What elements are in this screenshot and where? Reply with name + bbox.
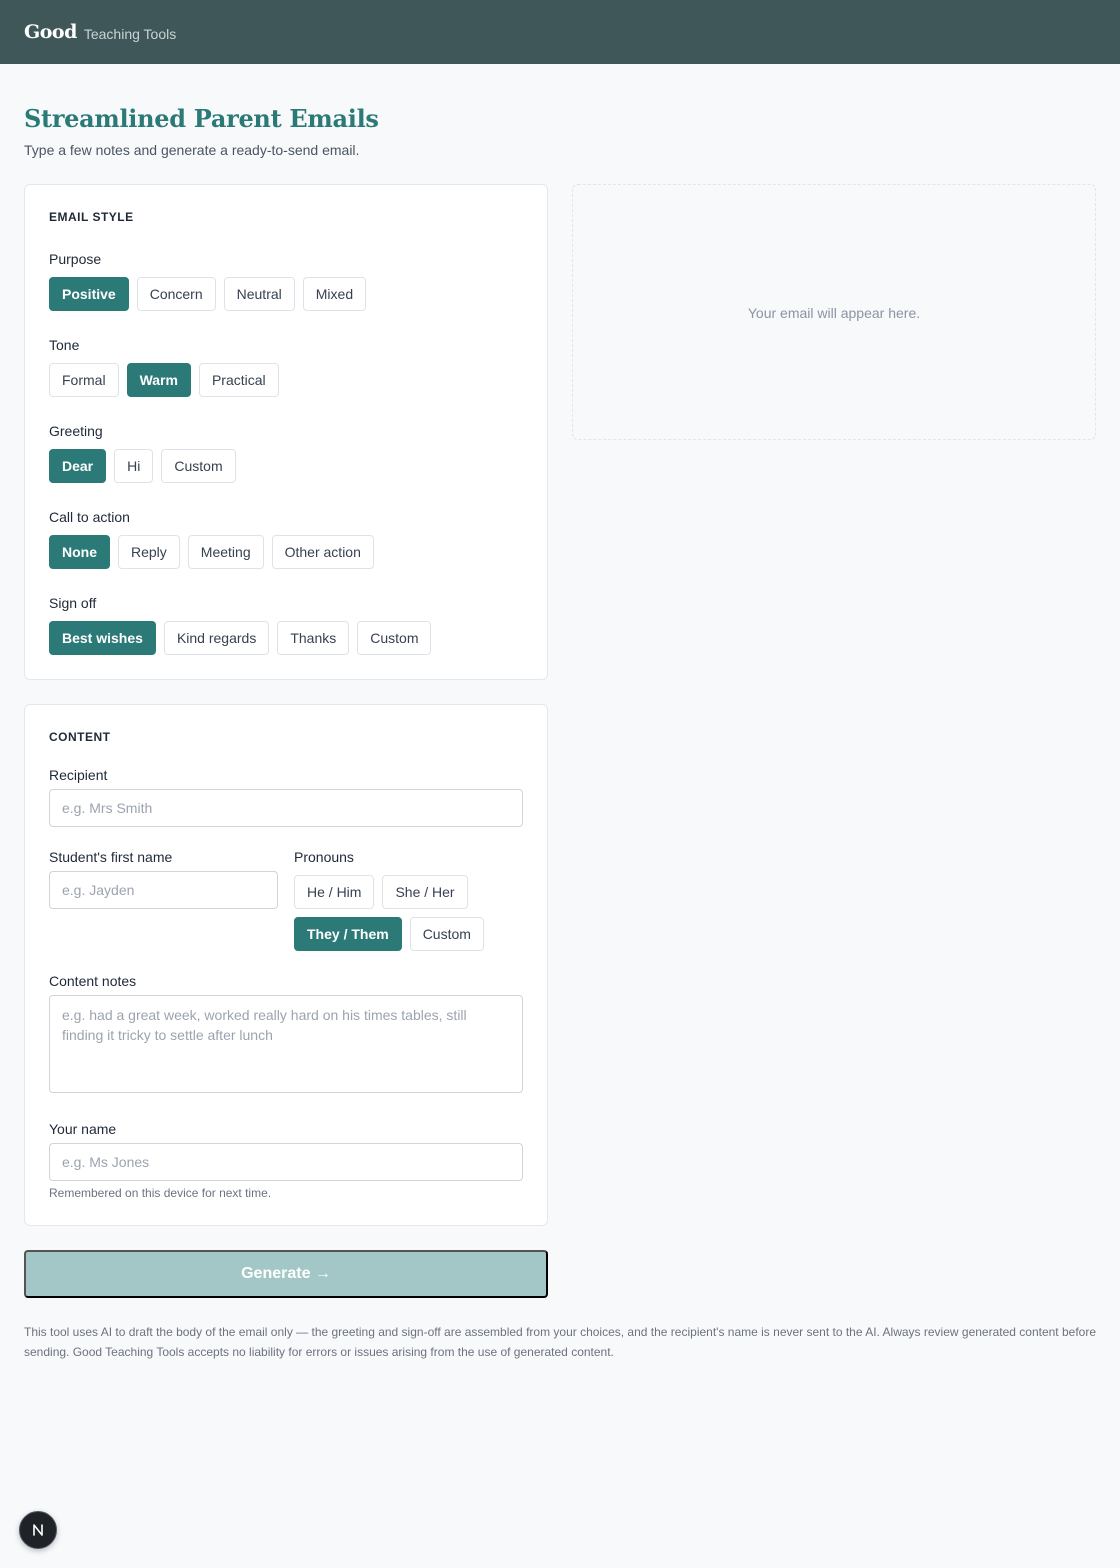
disclaimer-text: This tool uses AI to draft the body of t… xyxy=(24,1325,1097,1359)
purpose-label: Purpose xyxy=(49,251,102,267)
tone-option-formal[interactable]: Formal xyxy=(49,363,119,397)
greeting-option-custom[interactable]: Custom xyxy=(161,449,236,483)
pronoun-option-she-her[interactable]: She / Her xyxy=(382,875,468,909)
pronoun-option-they-them[interactable]: They / Them xyxy=(294,917,402,951)
cta-option-other-action[interactable]: Other action xyxy=(271,535,374,569)
recipient-label: Recipient xyxy=(49,767,108,783)
brand-logo[interactable]: Good xyxy=(24,21,77,43)
next-logo-icon xyxy=(33,1524,43,1536)
pronoun-option-he-him[interactable]: He / Him xyxy=(294,875,375,909)
tone-option-warm[interactable]: Warm xyxy=(126,363,191,397)
sign-off-options: Best wishes Kind regards Thanks Custom xyxy=(49,621,432,655)
sign-off-option-thanks[interactable]: Thanks xyxy=(277,621,350,655)
content-notes-label: Content notes xyxy=(49,973,137,989)
next-dev-badge[interactable] xyxy=(19,1511,57,1549)
purpose-option-concern[interactable]: Concern xyxy=(136,277,216,311)
cta-option-meeting[interactable]: Meeting xyxy=(187,535,264,569)
email-style-card: EMAIL STYLE Purpose Positive Concern Neu… xyxy=(24,184,548,680)
student-name-input[interactable]: e.g. Jayden xyxy=(49,871,278,909)
your-name-hint: Remembered on this device for next time. xyxy=(49,1186,272,1200)
your-name-input[interactable]: e.g. Ms Jones xyxy=(49,1143,523,1181)
purpose-option-mixed[interactable]: Mixed xyxy=(302,277,367,311)
student-name-label: Student's first name xyxy=(49,849,173,865)
sign-off-option-best-wishes[interactable]: Best wishes xyxy=(49,621,156,655)
sign-off-option-custom[interactable]: Custom xyxy=(357,621,432,655)
purpose-option-positive[interactable]: Positive xyxy=(49,277,129,311)
cta-option-none[interactable]: None xyxy=(49,535,110,569)
page-title: Streamlined Parent Emails xyxy=(24,104,379,133)
call-to-action-label: Call to action xyxy=(49,509,130,525)
brand-app-name: Teaching Tools xyxy=(83,25,177,42)
email-style-heading: EMAIL STYLE xyxy=(49,210,134,224)
tone-option-practical[interactable]: Practical xyxy=(198,363,279,397)
cta-option-reply[interactable]: Reply xyxy=(118,535,180,569)
content-card: CONTENT Recipient e.g. Mrs Smith Student… xyxy=(24,704,548,1226)
email-preview-panel: Your email will appear here. xyxy=(572,184,1096,440)
top-bar: Good Teaching Tools xyxy=(0,0,1120,64)
purpose-option-neutral[interactable]: Neutral xyxy=(223,277,295,311)
greeting-options: Dear Hi Custom xyxy=(49,449,236,483)
purpose-options: Positive Concern Neutral Mixed xyxy=(49,277,367,311)
tone-options: Formal Warm Practical xyxy=(49,363,279,397)
sign-off-label: Sign off xyxy=(49,595,97,611)
content-heading: CONTENT xyxy=(49,730,111,744)
content-notes-textarea[interactable]: e.g. had a great week, worked really har… xyxy=(49,995,523,1093)
pronoun-option-custom[interactable]: Custom xyxy=(409,917,484,951)
call-to-action-options: None Reply Meeting Other action xyxy=(49,535,374,569)
greeting-option-hi[interactable]: Hi xyxy=(114,449,154,483)
your-name-label: Your name xyxy=(49,1121,117,1137)
pronouns-label: Pronouns xyxy=(294,849,354,865)
greeting-option-dear[interactable]: Dear xyxy=(49,449,107,483)
page-subtitle: Type a few notes and generate a ready-to… xyxy=(24,142,360,158)
pronouns-options-row-1: He / Him She / Her xyxy=(294,875,468,909)
pronouns-options-row-2: They / Them Custom xyxy=(294,917,484,951)
greeting-label: Greeting xyxy=(49,423,103,439)
email-preview-placeholder: Your email will appear here. xyxy=(747,304,921,321)
tone-label: Tone xyxy=(49,337,80,353)
generate-button[interactable]: Generate → xyxy=(24,1250,548,1298)
sign-off-option-kind-regards[interactable]: Kind regards xyxy=(163,621,270,655)
recipient-input[interactable]: e.g. Mrs Smith xyxy=(49,789,523,827)
